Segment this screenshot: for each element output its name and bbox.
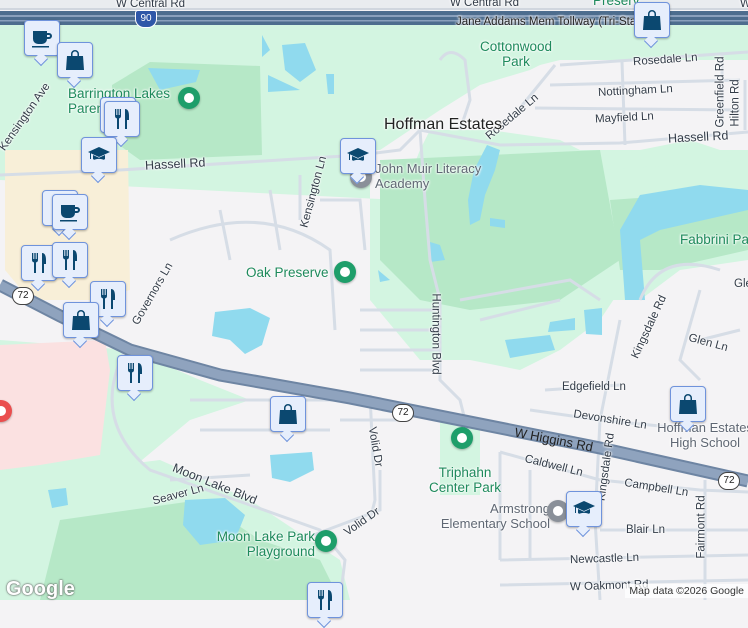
- place-label-fabbrini-park[interactable]: Fabbrini Park: [680, 232, 748, 247]
- graduation-cap-icon: [346, 144, 370, 168]
- road-label-edgefield-ln: Edgefield Ln: [562, 381, 626, 393]
- graduation-cap-icon: [87, 143, 111, 167]
- school-marker[interactable]: [340, 138, 376, 174]
- road-label-huntington-blvd: Huntington Blvd: [429, 293, 442, 375]
- route-72-shield: 72: [392, 404, 414, 422]
- route-72-shield: 72: [12, 287, 34, 305]
- fork-knife-icon: [313, 588, 337, 612]
- interstate-90-shield: 90: [135, 10, 157, 28]
- google-logo: Google: [6, 578, 75, 600]
- road-label-glen: Glen: [734, 278, 748, 290]
- road-label-tollway: Jane Addams Mem Tollway (Tri-State): [456, 16, 650, 28]
- restaurant-marker[interactable]: [104, 101, 140, 137]
- road-label-greenfield-rd: Greenfield Rd: [714, 56, 727, 128]
- fork-knife-icon: [123, 361, 147, 385]
- tree-pin-icon[interactable]: [334, 261, 356, 283]
- shopping-bag-icon: [676, 392, 700, 416]
- shopping-marker[interactable]: [57, 42, 93, 78]
- road-label-hilton-rd: Hilton Rd: [729, 79, 742, 127]
- restaurant-marker[interactable]: [52, 242, 88, 278]
- place-label-armstrong-elementary[interactable]: Armstrong Elementary School: [430, 501, 550, 531]
- school-marker[interactable]: [566, 491, 602, 527]
- place-label-cottonwood-park[interactable]: Cottonwood Park: [476, 39, 556, 69]
- place-label-triphahn-center-park[interactable]: Triphahn Center Park: [425, 465, 505, 495]
- park-pin-icon[interactable]: [451, 427, 473, 449]
- coffee-icon: [58, 200, 82, 224]
- coffee-marker[interactable]: [52, 194, 88, 230]
- road-label-fairmont-rd: Fairmont Rd: [695, 495, 708, 559]
- shopping-marker[interactable]: [670, 386, 706, 422]
- shopping-bag-icon: [276, 402, 300, 426]
- map-attribution[interactable]: Map data ©2026 Google: [625, 584, 748, 598]
- city-label-hoffman-estates: Hoffman Estates: [384, 116, 502, 133]
- graduation-cap-icon: [572, 497, 596, 521]
- road-label-w-central-rd: W Central Rd: [450, 0, 520, 9]
- restaurant-marker[interactable]: [307, 582, 343, 618]
- park-pin-icon[interactable]: [178, 87, 200, 109]
- hospital-area: [0, 340, 110, 470]
- road-label-w: W: [740, 0, 748, 10]
- coffee-marker[interactable]: [24, 20, 60, 56]
- school-marker[interactable]: [81, 137, 117, 173]
- shopping-marker[interactable]: [270, 396, 306, 432]
- place-label-hoffman-estates-high-school[interactable]: Hoffman Estates High School: [650, 420, 748, 450]
- route-72-shield: 72: [718, 472, 740, 490]
- place-label-preserve: Preserv: [593, 0, 640, 8]
- shopping-marker[interactable]: [634, 2, 670, 38]
- fork-knife-icon: [58, 248, 82, 272]
- place-label-oak-preserve[interactable]: Oak Preserve: [246, 265, 329, 280]
- shopping-bag-icon: [69, 308, 93, 332]
- shopping-bag-icon: [640, 8, 664, 32]
- shopping-marker[interactable]: [63, 302, 99, 338]
- road-label-newcastle-ln: Newcastle Ln: [569, 551, 640, 567]
- shopping-bag-icon: [63, 48, 87, 72]
- road-label-blair-ln: Blair Ln: [626, 524, 665, 536]
- coffee-icon: [30, 26, 54, 50]
- place-label-john-muir-academy[interactable]: John Muir Literacy Academy: [375, 161, 495, 191]
- fork-knife-icon: [110, 107, 134, 131]
- place-label-moon-lake-park-playground[interactable]: Moon Lake Park Playground: [210, 529, 315, 559]
- fork-knife-icon: [96, 287, 120, 311]
- restaurant-marker[interactable]: [117, 355, 153, 391]
- tree-pin-icon[interactable]: [315, 530, 337, 552]
- fork-knife-icon: [27, 251, 51, 275]
